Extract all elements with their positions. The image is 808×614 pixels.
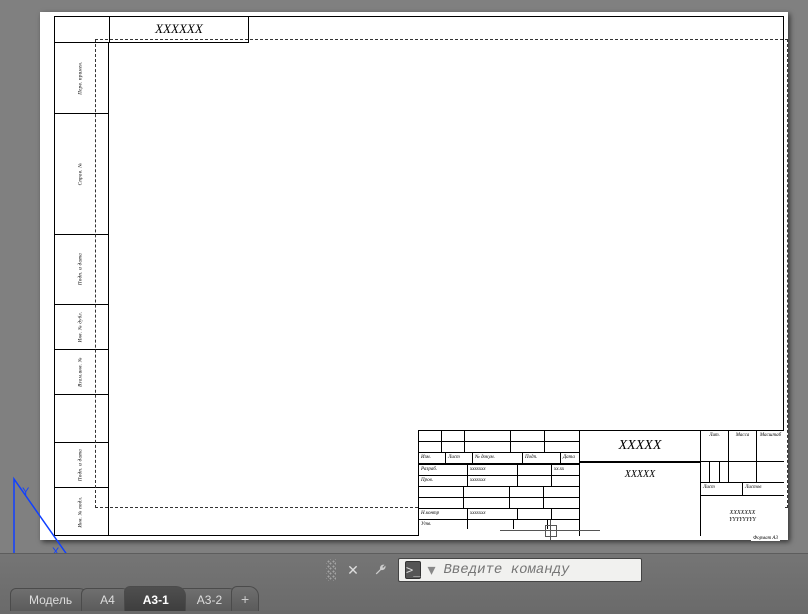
row-utv: Утв.	[419, 520, 468, 529]
col-podp: Подп.	[523, 453, 561, 463]
tab-a3-1[interactable]: A3-1	[124, 586, 186, 611]
close-icon[interactable]: ✕	[342, 559, 364, 581]
add-layout-button[interactable]: +	[231, 586, 259, 611]
sheets-total-label: Листов	[743, 483, 784, 495]
col-ndoc: № докум.	[473, 453, 523, 463]
row-name: xxxxxxx	[468, 476, 518, 486]
layout-tabs: Модель A4 A3-1 A3-2 +	[10, 585, 251, 611]
drawing-sheet[interactable]: XXXXXX Перв. примен. Справ. № Подп. и да…	[40, 12, 788, 540]
row-prov: Пров.	[419, 476, 468, 486]
title-block: Изм. Лист № докум. Подп. Дата Разраб. xx…	[418, 430, 784, 536]
command-line: ✕ >_ ▾	[326, 558, 642, 582]
lit-label: Лит.	[701, 431, 729, 461]
tab-model[interactable]: Модель	[10, 588, 89, 611]
col-list: Лист	[446, 453, 473, 463]
row-razrab: Разраб.	[419, 465, 468, 475]
sub-designation: XXXXX	[580, 463, 700, 536]
main-designation: XXXXX	[580, 431, 700, 463]
svg-text:Y: Y	[22, 486, 30, 498]
row-ncontr: Н.контр	[419, 509, 468, 519]
row-name: xxxxxxx	[468, 465, 518, 475]
ucs-icon: Y X	[6, 471, 78, 566]
wrench-icon[interactable]	[370, 559, 392, 581]
tab-a3-2[interactable]: A3-2	[178, 588, 239, 611]
org-line-2: YYYYYYYY	[729, 517, 756, 523]
side-label: Инв. № подл.	[79, 475, 84, 549]
mass-label: Масса	[729, 431, 757, 461]
side-label: Справ. №	[79, 137, 84, 211]
col-data: Дата	[561, 453, 577, 463]
col-izm: Изм.	[419, 453, 446, 463]
row-date: xx.xx	[552, 465, 566, 475]
format-label: Формат A3	[751, 536, 780, 541]
command-input-wrap[interactable]: >_ ▾	[398, 558, 642, 582]
scale-label: Масштаб	[757, 431, 784, 461]
grip-handle[interactable]	[326, 559, 336, 581]
sheet-no-label: Лист	[701, 483, 743, 495]
side-label: Перв. примен.	[79, 41, 84, 115]
prompt-icon: >_	[405, 561, 421, 579]
status-bar: ✕ >_ ▾ Модель A4 A3-1 A3-2 +	[0, 553, 808, 614]
command-input[interactable]	[441, 561, 635, 579]
org-line-1: XXXXXXX	[730, 510, 756, 516]
row-name: xxxxxxx	[468, 509, 518, 519]
